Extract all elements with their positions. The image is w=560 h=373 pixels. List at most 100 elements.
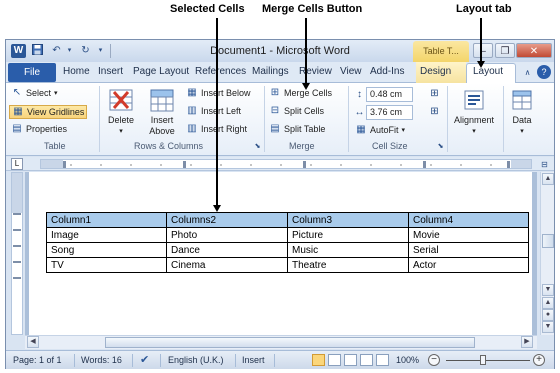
table-cell[interactable]: Actor bbox=[408, 257, 529, 273]
vertical-ruler[interactable] bbox=[11, 172, 23, 335]
insert-left-button[interactable]: ▥ Insert Left bbox=[186, 105, 241, 117]
group-separator bbox=[503, 86, 504, 152]
insert-below-button[interactable]: ▦ Insert Below bbox=[186, 87, 250, 99]
zoom-in-icon[interactable]: + bbox=[533, 354, 545, 366]
help-icon[interactable]: ? bbox=[537, 65, 551, 79]
zoom-slider-knob[interactable] bbox=[480, 355, 486, 365]
web-layout-view-icon[interactable] bbox=[344, 354, 357, 366]
table-row[interactable]: Image Photo Picture Movie bbox=[46, 227, 529, 243]
scroll-right-icon[interactable]: ▶ bbox=[521, 336, 533, 348]
insert-mode[interactable]: Insert bbox=[242, 355, 265, 365]
minimize-button[interactable]: – bbox=[473, 43, 493, 58]
delete-button[interactable]: Delete ▾ bbox=[105, 87, 137, 137]
delete-table-icon bbox=[108, 87, 134, 113]
tab-file[interactable]: File bbox=[8, 63, 56, 82]
zoom-slider-track[interactable] bbox=[446, 360, 530, 361]
zoom-level[interactable]: 100% bbox=[396, 355, 419, 365]
merge-cells-icon: ⊞ bbox=[270, 87, 280, 98]
insert-above-button[interactable]: Insert Above bbox=[145, 87, 179, 137]
properties-button[interactable]: ▤ Properties bbox=[11, 123, 67, 135]
view-gridlines-button[interactable]: ▦ View Gridlines bbox=[9, 105, 88, 119]
zoom-out-icon[interactable]: − bbox=[428, 354, 440, 366]
tab-mailings[interactable]: Mailings bbox=[252, 66, 289, 77]
horizontal-scrollbar[interactable]: ◀ ▶ bbox=[25, 335, 537, 349]
split-table-button[interactable]: ▤ Split Table bbox=[269, 123, 325, 135]
print-layout-view-icon[interactable] bbox=[312, 354, 325, 366]
full-screen-reading-view-icon[interactable] bbox=[328, 354, 341, 366]
language[interactable]: English (U.K.) bbox=[168, 355, 224, 365]
table-row[interactable]: TV Cinema Theatre Actor bbox=[46, 257, 529, 273]
table-cell[interactable]: Picture bbox=[287, 227, 409, 243]
document-page[interactable]: Column1 Columns2 Column3 Column4 Image P… bbox=[29, 172, 532, 335]
dialog-launcher-icon[interactable]: ⬊ bbox=[251, 140, 264, 153]
group-label-merge: Merge bbox=[289, 141, 315, 151]
autofit-button[interactable]: ▦ AutoFit ▾ bbox=[355, 124, 405, 136]
scroll-left-icon[interactable]: ◀ bbox=[27, 336, 39, 348]
view-gridlines-label: View Gridlines bbox=[27, 107, 85, 117]
tab-add-ins[interactable]: Add-Ins bbox=[370, 66, 404, 77]
split-table-icon: ▤ bbox=[270, 123, 280, 134]
autofit-icon: ▦ bbox=[356, 124, 366, 135]
table-row[interactable]: Song Dance Music Serial bbox=[46, 242, 529, 258]
tab-references[interactable]: References bbox=[195, 66, 246, 77]
draft-view-icon[interactable] bbox=[376, 354, 389, 366]
restore-button[interactable]: ❐ bbox=[495, 43, 515, 58]
table-cell[interactable]: Cinema bbox=[166, 257, 288, 273]
status-separator bbox=[160, 354, 161, 367]
proofing-icon[interactable]: ✔ bbox=[140, 353, 149, 366]
table-cell[interactable]: Dance bbox=[166, 242, 288, 258]
previous-page-icon[interactable]: ▲ bbox=[542, 297, 554, 309]
tab-page-layout[interactable]: Page Layout bbox=[133, 66, 189, 77]
distribute-rows-icon[interactable]: ⊞ bbox=[428, 87, 441, 100]
horizontal-scroll-thumb[interactable] bbox=[105, 337, 475, 348]
select-button[interactable]: ↖ Select ▾ bbox=[11, 87, 58, 99]
table-header-row[interactable]: Column1 Columns2 Column3 Column4 bbox=[46, 212, 529, 228]
table-cell[interactable]: Song bbox=[46, 242, 167, 258]
data-button[interactable]: Data ▾ bbox=[506, 87, 538, 137]
alignment-button[interactable]: Alignment ▾ bbox=[450, 87, 498, 137]
table-cell[interactable]: Serial bbox=[408, 242, 529, 258]
page-count[interactable]: Page: 1 of 1 bbox=[13, 355, 62, 365]
tab-selector-icon[interactable]: L bbox=[11, 158, 23, 170]
outline-view-icon[interactable] bbox=[360, 354, 373, 366]
table-cell[interactable]: Theatre bbox=[287, 257, 409, 273]
table-cell[interactable]: Columns2 bbox=[166, 212, 288, 228]
scroll-down-icon[interactable]: ▼ bbox=[542, 284, 554, 296]
document-table[interactable]: Column1 Columns2 Column3 Column4 Image P… bbox=[46, 212, 529, 273]
table-cell[interactable]: Movie bbox=[408, 227, 529, 243]
tab-view[interactable]: View bbox=[340, 66, 362, 77]
table-cell[interactable]: Column1 bbox=[46, 212, 167, 228]
close-button[interactable]: ✕ bbox=[516, 43, 552, 58]
distribute-columns-icon[interactable]: ⊞ bbox=[428, 105, 441, 118]
split-cells-button[interactable]: ⊟ Split Cells bbox=[269, 105, 324, 117]
table-cell[interactable]: Column4 bbox=[408, 212, 529, 228]
minimize-ribbon-icon[interactable]: ∧ bbox=[521, 66, 534, 79]
table-cell[interactable]: Column3 bbox=[287, 212, 409, 228]
table-cell[interactable]: TV bbox=[46, 257, 167, 273]
tab-insert[interactable]: Insert bbox=[98, 66, 123, 77]
table-cell[interactable]: Photo bbox=[166, 227, 288, 243]
vertical-scrollbar[interactable]: ▲ ▼ ▲ ● ▼ bbox=[540, 172, 554, 335]
split-cells-label: Split Cells bbox=[284, 106, 325, 116]
scroll-up-icon[interactable]: ▲ bbox=[542, 173, 554, 185]
tab-design[interactable]: Design bbox=[420, 66, 451, 77]
arrow-head-layout-tab bbox=[477, 61, 485, 68]
next-page-icon[interactable]: ▼ bbox=[542, 321, 554, 333]
tab-review[interactable]: Review bbox=[299, 66, 332, 77]
table-cell[interactable]: Image bbox=[46, 227, 167, 243]
select-browse-object-icon[interactable]: ● bbox=[542, 309, 554, 321]
vertical-scroll-thumb[interactable] bbox=[542, 234, 554, 248]
table-cell[interactable]: Music bbox=[287, 242, 409, 258]
dialog-launcher-icon[interactable]: ⬊ bbox=[434, 140, 447, 153]
word-count[interactable]: Words: 16 bbox=[81, 355, 122, 365]
tab-home[interactable]: Home bbox=[63, 66, 90, 77]
view-ruler-icon[interactable]: ⊟ bbox=[538, 158, 551, 171]
horizontal-ruler[interactable] bbox=[40, 159, 532, 169]
row-height-input[interactable]: 0.48 cm bbox=[366, 87, 413, 102]
column-width-input[interactable]: 3.76 cm bbox=[366, 105, 413, 120]
ruler-bar: L ⊟ bbox=[6, 157, 554, 171]
document-area: Column1 Columns2 Column3 Column4 Image P… bbox=[25, 172, 537, 335]
merge-cells-button[interactable]: ⊞ Merge Cells bbox=[269, 87, 332, 99]
split-cells-icon: ⊟ bbox=[270, 105, 280, 116]
group-label-rows-columns: Rows & Columns bbox=[134, 141, 204, 151]
